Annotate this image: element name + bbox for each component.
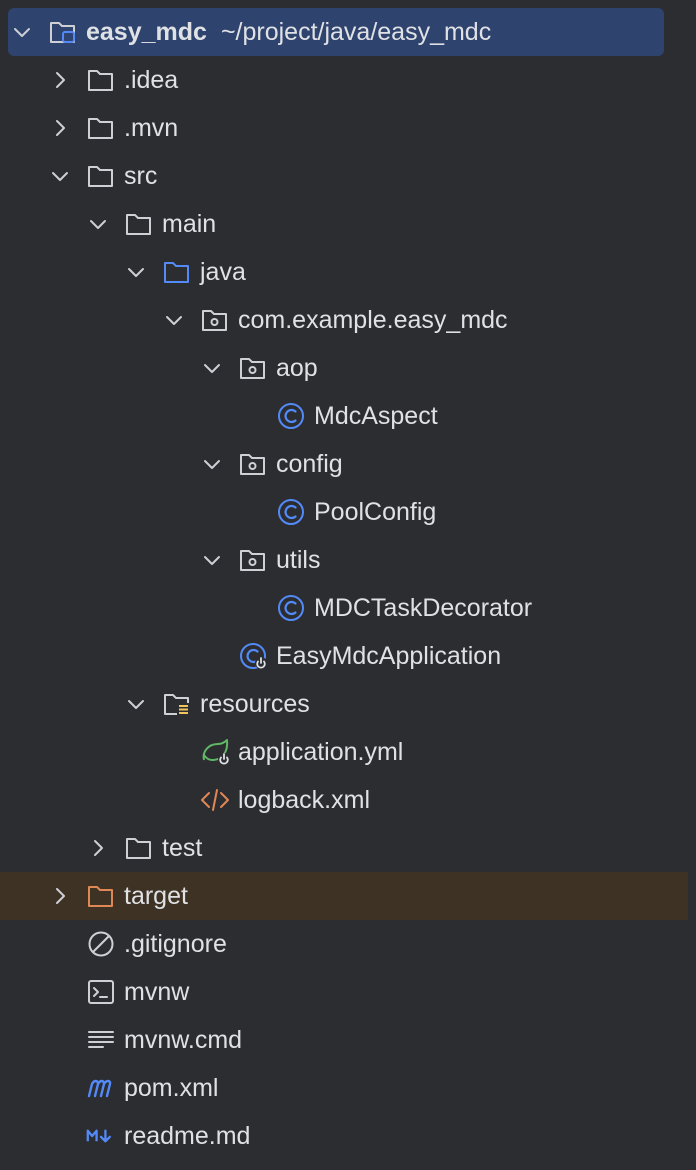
tree-row-mdc-aspect[interactable]: MdcAspect	[0, 392, 696, 440]
folder-icon	[86, 66, 116, 94]
tree-label: .idea	[124, 66, 179, 94]
tree-row-mvnw-cmd[interactable]: mvnw.cmd	[0, 1016, 696, 1064]
tree-label: logback.xml	[238, 786, 370, 814]
chevron-down-icon[interactable]	[124, 692, 148, 716]
resources-folder-icon	[162, 690, 192, 718]
folder-icon	[124, 210, 154, 238]
tree-row-package[interactable]: com.example.easy_mdc	[0, 296, 696, 344]
chevron-down-icon[interactable]	[48, 164, 72, 188]
markdown-icon	[86, 1122, 116, 1150]
tree-row-test[interactable]: test	[0, 824, 696, 872]
tree-row-application-yml[interactable]: application.yml	[0, 728, 696, 776]
chevron-down-icon[interactable]	[10, 20, 34, 44]
tree-row-idea[interactable]: .idea	[0, 56, 696, 104]
shell-script-icon	[86, 978, 116, 1006]
tree-row-aop[interactable]: aop	[0, 344, 696, 392]
tree-row-pom-xml[interactable]: pom.xml	[0, 1064, 696, 1112]
folder-icon	[86, 162, 116, 190]
tree-label: pom.xml	[124, 1074, 219, 1102]
project-path: ~/project/java/easy_mdc	[220, 18, 492, 46]
tree-label: mvnw.cmd	[124, 1026, 243, 1054]
tree-label: aop	[276, 354, 318, 382]
project-tree: easy_mdc ~/project/java/easy_mdc .idea .m…	[0, 8, 696, 1160]
tree-row-src[interactable]: src	[0, 152, 696, 200]
tree-label: mvnw	[124, 978, 190, 1006]
chevron-down-icon[interactable]	[86, 212, 110, 236]
tree-row-java[interactable]: java	[0, 248, 696, 296]
chevron-right-icon[interactable]	[86, 836, 110, 860]
folder-icon	[86, 114, 116, 142]
package-icon	[200, 306, 230, 334]
tree-row-main[interactable]: main	[0, 200, 696, 248]
spring-config-icon	[200, 738, 230, 766]
tree-label: utils	[276, 546, 321, 574]
package-icon	[238, 450, 268, 478]
tree-row-logback-xml[interactable]: logback.xml	[0, 776, 696, 824]
tree-row-mvnw[interactable]: mvnw	[0, 968, 696, 1016]
tree-row-resources[interactable]: resources	[0, 680, 696, 728]
project-root-label: easy_mdc ~/project/java/easy_mdc	[86, 8, 491, 56]
tree-label: java	[200, 258, 246, 286]
chevron-down-icon[interactable]	[124, 260, 148, 284]
chevron-down-icon[interactable]	[162, 308, 186, 332]
tree-row-utils[interactable]: utils	[0, 536, 696, 584]
tree-label: com.example.easy_mdc	[238, 306, 508, 334]
project-name: easy_mdc	[86, 18, 207, 46]
chevron-down-icon[interactable]	[200, 548, 224, 572]
text-file-icon	[86, 1026, 116, 1054]
tree-label: application.yml	[238, 738, 404, 766]
chevron-right-icon[interactable]	[48, 884, 72, 908]
chevron-right-icon[interactable]	[48, 68, 72, 92]
tree-label: .mvn	[124, 114, 179, 142]
ignore-file-icon	[86, 930, 116, 958]
tree-label: PoolConfig	[314, 498, 437, 526]
tree-row-config[interactable]: config	[0, 440, 696, 488]
chevron-down-icon[interactable]	[200, 452, 224, 476]
tree-label: .gitignore	[124, 930, 227, 958]
module-icon	[48, 18, 78, 46]
tree-label: test	[162, 834, 203, 862]
tree-row-easy-mdc-application[interactable]: EasyMdcApplication	[0, 632, 696, 680]
tree-row-project-root[interactable]: easy_mdc ~/project/java/easy_mdc	[0, 8, 696, 56]
maven-icon	[86, 1074, 116, 1102]
tree-row-readme-md[interactable]: readme.md	[0, 1112, 696, 1160]
tree-row-pool-config[interactable]: PoolConfig	[0, 488, 696, 536]
tree-row-mdc-task-decorator[interactable]: MDCTaskDecorator	[0, 584, 696, 632]
tree-label: resources	[200, 690, 310, 718]
class-icon	[276, 594, 306, 622]
class-icon	[276, 402, 306, 430]
tree-label: target	[124, 882, 188, 910]
excluded-folder-icon	[86, 882, 116, 910]
tree-label: MDCTaskDecorator	[314, 594, 533, 622]
tree-label: MdcAspect	[314, 402, 438, 430]
class-icon	[276, 498, 306, 526]
package-icon	[238, 546, 268, 574]
chevron-right-icon[interactable]	[48, 116, 72, 140]
tree-label: main	[162, 210, 217, 238]
xml-icon	[200, 786, 230, 814]
tree-label: src	[124, 162, 158, 190]
tree-row-gitignore[interactable]: .gitignore	[0, 920, 696, 968]
tree-label: readme.md	[124, 1122, 251, 1150]
folder-icon	[124, 834, 154, 862]
tree-row-mvn[interactable]: .mvn	[0, 104, 696, 152]
chevron-down-icon[interactable]	[200, 356, 224, 380]
package-icon	[238, 354, 268, 382]
tree-label: EasyMdcApplication	[276, 642, 502, 670]
tree-label: config	[276, 450, 343, 478]
tree-row-target[interactable]: target	[0, 872, 696, 920]
source-folder-icon	[162, 258, 192, 286]
spring-boot-class-icon	[238, 642, 268, 670]
